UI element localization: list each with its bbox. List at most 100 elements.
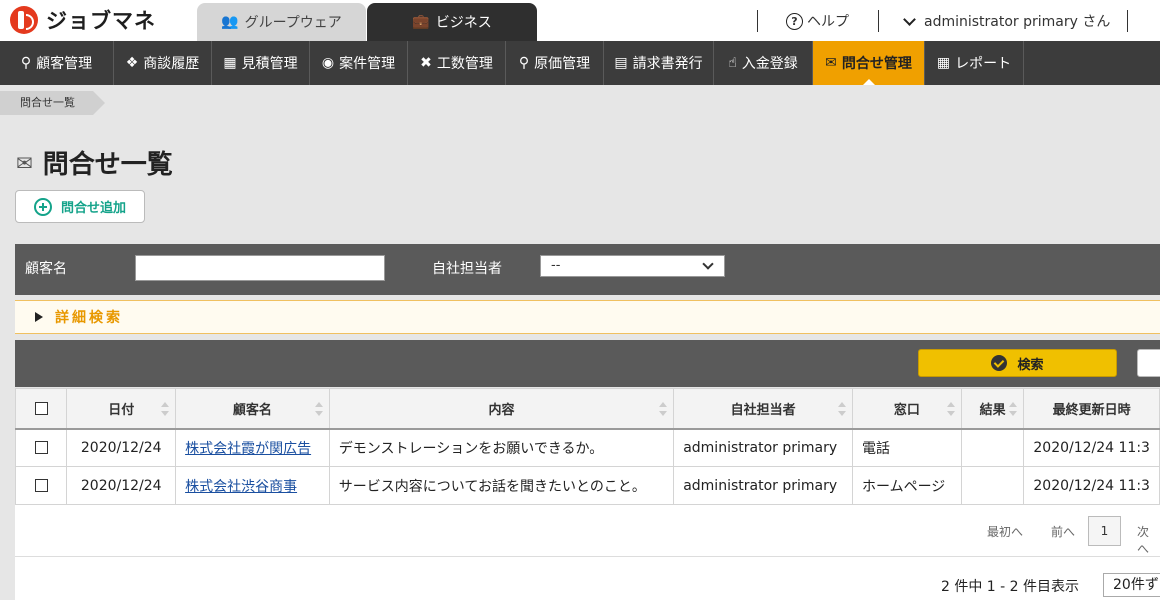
nav-item-label: 商談履歴 <box>143 56 200 72</box>
people-icon: 👥 <box>221 14 239 30</box>
customer-link[interactable]: 株式会社霞が関広告 <box>185 441 311 457</box>
staff-label: 自社担当者 <box>432 261 502 277</box>
nav-item-customers[interactable]: ⚲ 顧客管理 <box>0 41 114 85</box>
customer-name-input[interactable] <box>135 255 385 281</box>
app-logo[interactable]: ジョブマネ <box>10 5 156 35</box>
divider <box>15 556 1160 557</box>
pager-first[interactable]: 最初へ <box>987 523 1023 540</box>
pager-next[interactable]: 次へ <box>1137 523 1160 557</box>
column-header-label: 結果 <box>979 402 1006 418</box>
user-label: administrator primary さん <box>924 14 1111 30</box>
customer-cell: 株式会社霞が関広告 <box>175 428 330 467</box>
help-link[interactable]: ? ヘルプ <box>786 11 849 31</box>
nav-item-inquiries[interactable]: ✉ 問合せ管理 <box>813 41 925 85</box>
date-cell: 2020/12/24 <box>66 428 177 467</box>
nav-item-cost[interactable]: ⚲ 原価管理 <box>506 41 604 85</box>
column-header-result[interactable]: 結果 <box>960 388 1025 430</box>
sort-icon <box>1009 402 1018 416</box>
column-header-date[interactable]: 日付 <box>66 388 177 430</box>
column-header-label: 自社担当者 <box>730 402 796 418</box>
briefcase-icon: 💼 <box>412 14 430 30</box>
sort-icon <box>946 402 955 416</box>
secondary-button[interactable] <box>1137 349 1160 377</box>
nav-item-label: 見積管理 <box>241 56 298 72</box>
column-header-staff[interactable]: 自社担当者 <box>673 388 853 430</box>
staff-select[interactable]: -- <box>540 255 725 277</box>
column-header-customer[interactable]: 顧客名 <box>175 388 330 430</box>
row-checkbox[interactable] <box>34 441 48 455</box>
nav-item-label: 原価管理 <box>534 56 591 72</box>
table-row[interactable]: 2020/12/24 株式会社渋谷商事 サービス内容についてお話を聞きたいとのこ… <box>15 466 1160 505</box>
deposit-icon: ☝ <box>728 55 737 71</box>
logo-text: ジョブマネ <box>46 9 156 33</box>
tab-groupware[interactable]: 👥 グループウェア <box>197 3 366 41</box>
sort-icon <box>659 402 668 416</box>
user-menu[interactable]: administrator primary さん <box>901 11 1110 31</box>
help-label: ヘルプ <box>807 14 849 30</box>
column-header-label: 最終更新日時 <box>1052 402 1131 418</box>
report-icon: ▦ <box>936 55 951 71</box>
header-divider <box>1127 10 1128 32</box>
nav-item-deposits[interactable]: ☝ 入金登録 <box>714 41 813 85</box>
search-button-label: 検索 <box>1017 357 1044 373</box>
add-inquiry-label: 問合せ追加 <box>60 201 126 216</box>
channel-cell: ホームページ <box>852 466 962 505</box>
header-divider <box>757 10 758 32</box>
nav-item-label: 顧客管理 <box>36 56 93 72</box>
inquiry-icon: ✉ <box>825 55 837 71</box>
date-cell: 2020/12/24 <box>66 466 177 505</box>
action-bar: 検索 <box>15 340 1160 387</box>
person-icon: ⚲ <box>20 55 32 71</box>
result-count: 2 件中 1 - 2 件目表示 <box>941 579 1080 595</box>
question-icon: ? <box>786 12 803 30</box>
nav-item-man-hours[interactable]: ✖ 工数管理 <box>408 41 506 85</box>
table-row[interactable]: 2020/12/24 株式会社霞が関広告 デモンストレーションをお願いできるか。… <box>15 428 1160 467</box>
column-header-label: 日付 <box>108 402 135 418</box>
result-cell <box>960 428 1025 467</box>
pager-current-page[interactable]: 1 <box>1088 516 1121 546</box>
tab-business-label: ビジネス <box>435 15 492 31</box>
nav-item-estimates[interactable]: ▦ 見積管理 <box>212 41 310 85</box>
search-button[interactable]: 検索 <box>918 349 1117 377</box>
updated-cell: 2020/12/24 11:3 <box>1023 428 1160 467</box>
staff-select-value: -- <box>551 258 561 273</box>
nav-item-label: 工数管理 <box>436 56 493 72</box>
customer-link[interactable]: 株式会社渋谷商事 <box>185 479 297 495</box>
column-header-channel[interactable]: 窓口 <box>852 388 962 430</box>
nav-item-invoices[interactable]: ▤ 請求書発行 <box>604 41 714 85</box>
select-all-checkbox[interactable] <box>34 401 48 415</box>
tab-groupware-label: グループウェア <box>244 15 342 31</box>
triangle-right-icon <box>35 312 43 322</box>
camera-icon: ◉ <box>321 55 335 71</box>
column-header-updated[interactable]: 最終更新日時 <box>1023 388 1160 430</box>
customer-cell: 株式会社渋谷商事 <box>175 466 330 505</box>
tools-icon: ✖ <box>420 55 432 71</box>
row-checkbox[interactable] <box>34 479 48 492</box>
plus-circle-icon <box>33 197 52 216</box>
money-bag-icon: ⚲ <box>518 55 530 71</box>
breadcrumb-item: 問合せ一覧 <box>20 96 75 109</box>
staff-cell: administrator primary <box>673 466 853 505</box>
add-inquiry-button[interactable]: 問合せ追加 <box>15 190 145 223</box>
chevron-down-icon <box>903 12 916 26</box>
detail-search-label: 詳細検索 <box>55 310 123 326</box>
nav-item-projects[interactable]: ◉ 案件管理 <box>310 41 408 85</box>
nav-item-reports[interactable]: ▦ レポート <box>925 41 1024 85</box>
top-bar: ジョブマネ 👥 グループウェア 💼 ビジネス ? ヘルプ administrat… <box>0 0 1160 41</box>
result-cell <box>960 466 1025 505</box>
pager-prev[interactable]: 前へ <box>1051 523 1075 540</box>
check-circle-icon <box>991 355 1008 371</box>
per-page-select[interactable]: 20件ず <box>1103 573 1160 597</box>
row-select-cell <box>15 428 68 467</box>
column-header-content[interactable]: 内容 <box>328 388 675 430</box>
page-title: ✉ 問合せ一覧 <box>16 144 173 181</box>
column-header-label: 窓口 <box>893 402 920 418</box>
search-panel: 顧客名 自社担当者 -- <box>15 244 1160 295</box>
detail-search-toggle[interactable]: 詳細検索 <box>15 300 1160 334</box>
column-header-label: 顧客名 <box>232 402 272 418</box>
nav-item-deal-history[interactable]: ❖ 商談履歴 <box>114 41 212 85</box>
chevron-down-icon <box>702 258 714 270</box>
tab-business[interactable]: 💼 ビジネス <box>367 3 537 41</box>
breadcrumb[interactable]: 問合せ一覧 <box>0 91 105 115</box>
inquiry-table-container: 日付 顧客名 内容 自社担当者 窓口 結果 最終更新日時 2020/12/24 … <box>15 388 1160 600</box>
